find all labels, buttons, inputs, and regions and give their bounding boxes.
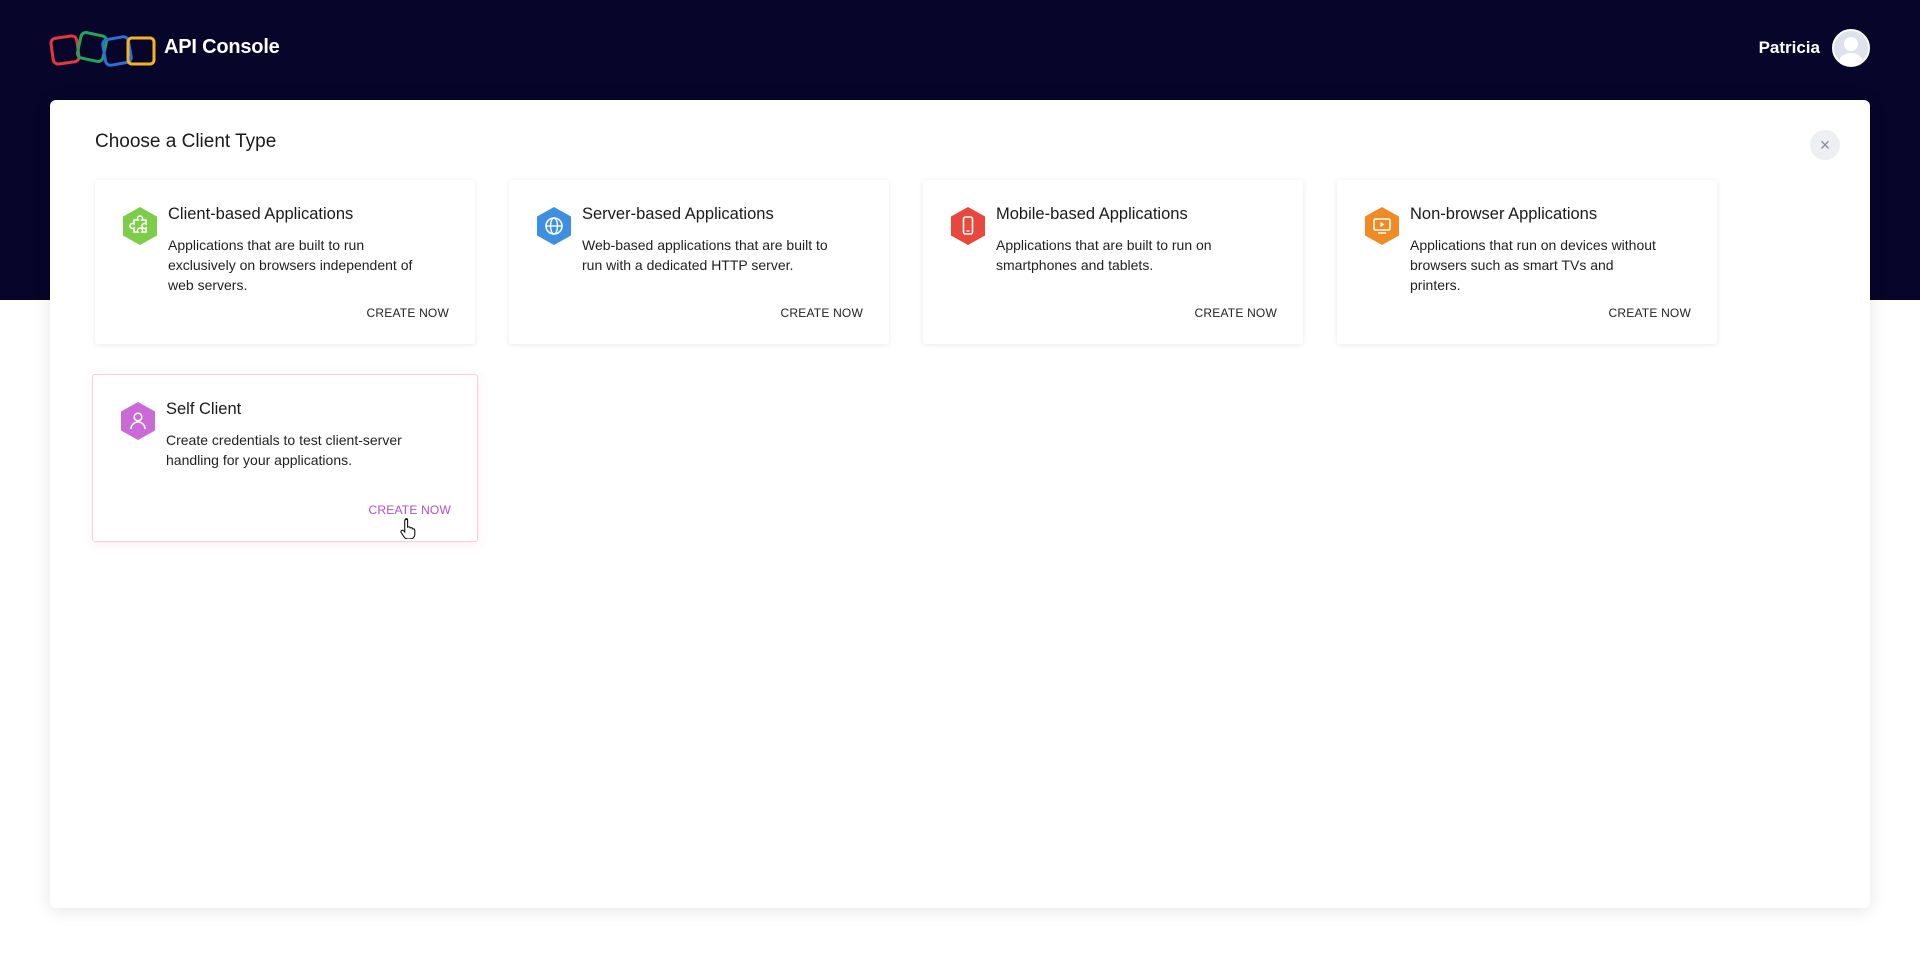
card-self-client[interactable]: Self Client Create credentials to test c…	[92, 374, 478, 542]
create-now-button[interactable]: CREATE NOW	[1195, 306, 1277, 320]
user-avatar-icon	[1834, 31, 1868, 65]
card-non-browser[interactable]: Non-browser Applications Applications th…	[1337, 180, 1717, 344]
dialog-title: Choose a Client Type	[95, 131, 277, 152]
close-button[interactable]: ×	[1810, 130, 1840, 160]
card-description: Applications that are built to run on sm…	[996, 237, 1212, 273]
card-server-based[interactable]: Server-based Applications Web-based appl…	[509, 180, 889, 344]
tv-icon	[1365, 207, 1399, 245]
card-title: Mobile-based Applications	[996, 205, 1188, 223]
card-title: Client-based Applications	[168, 205, 354, 223]
mobile-icon	[951, 207, 985, 245]
brand-logo-icon[interactable]	[49, 30, 159, 70]
card-description: Applications that are built to run exclu…	[168, 237, 413, 293]
create-now-button[interactable]: CREATE NOW	[369, 503, 451, 517]
puzzle-icon	[123, 207, 157, 245]
create-now-button[interactable]: CREATE NOW	[367, 306, 449, 320]
card-title: Server-based Applications	[582, 205, 774, 223]
card-title: Self Client	[166, 400, 242, 418]
card-mobile-based[interactable]: Mobile-based Applications Applications t…	[923, 180, 1303, 344]
person-icon	[121, 402, 155, 440]
client-type-dialog: Choose a Client Type × Client-based Appl…	[50, 100, 1870, 908]
create-now-button[interactable]: CREATE NOW	[781, 306, 863, 320]
card-description: Web-based applications that are built to…	[582, 237, 828, 273]
card-client-based[interactable]: Client-based Applications Applications t…	[95, 180, 475, 344]
user-menu[interactable]: Patricia	[1759, 29, 1870, 67]
top-header: API Console Patricia	[0, 0, 1920, 98]
avatar[interactable]	[1832, 29, 1870, 67]
close-icon: ×	[1819, 134, 1831, 155]
globe-icon	[537, 207, 571, 245]
user-name[interactable]: Patricia	[1759, 38, 1820, 58]
card-description: Create credentials to test client-server…	[166, 432, 402, 468]
create-now-button[interactable]: CREATE NOW	[1609, 306, 1691, 320]
app-title[interactable]: API Console	[164, 36, 280, 59]
card-description: Applications that run on devices without…	[1410, 237, 1656, 293]
card-title: Non-browser Applications	[1410, 205, 1598, 223]
